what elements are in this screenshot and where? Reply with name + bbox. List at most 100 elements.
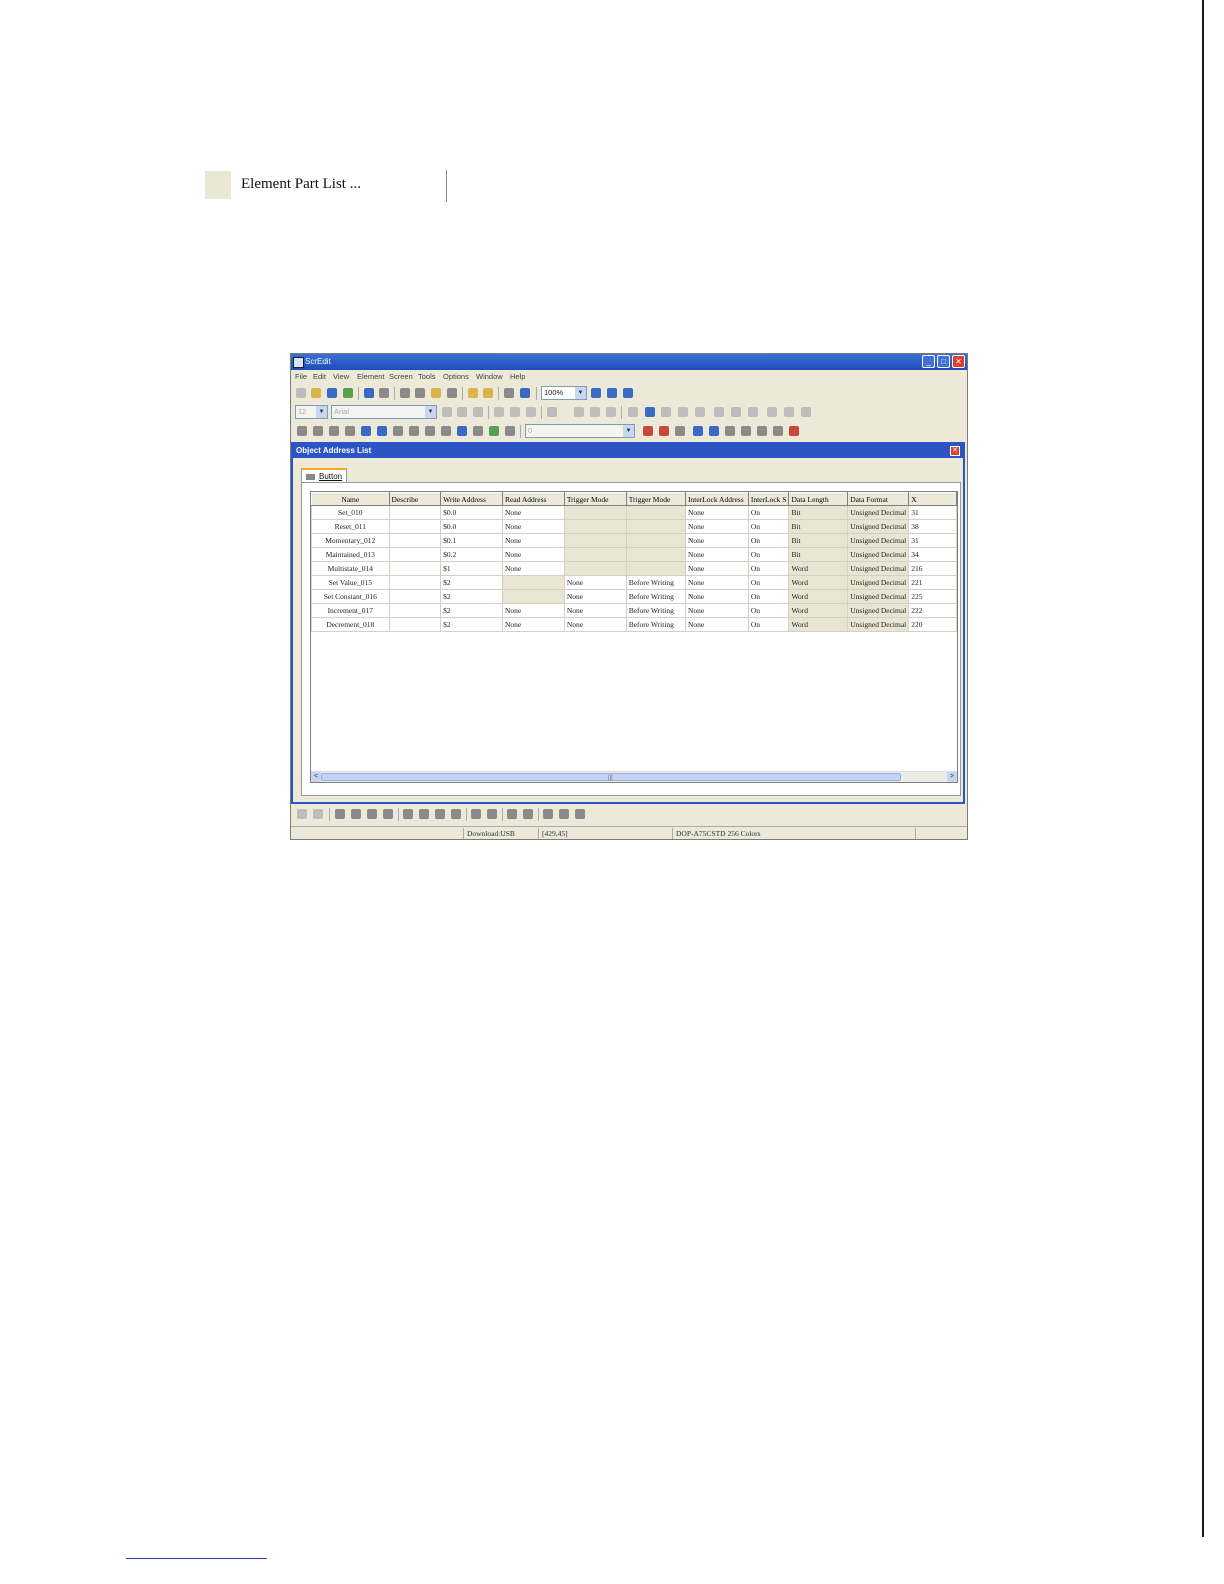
save-as-icon[interactable] bbox=[343, 388, 353, 398]
pen-icon[interactable] bbox=[628, 407, 638, 417]
align-lefts-icon[interactable] bbox=[403, 809, 413, 819]
grid-align-icon[interactable] bbox=[661, 407, 671, 417]
menu-edit[interactable]: Edit bbox=[313, 372, 326, 381]
table-cell[interactable]: $2 bbox=[440, 603, 503, 618]
pipe-element-icon[interactable] bbox=[345, 426, 355, 436]
table-cell[interactable]: None bbox=[685, 533, 749, 548]
chart-element-icon[interactable] bbox=[425, 426, 435, 436]
help-icon[interactable] bbox=[520, 388, 530, 398]
screen-icon[interactable] bbox=[468, 388, 478, 398]
bold-icon[interactable] bbox=[574, 407, 584, 417]
table-cell[interactable] bbox=[502, 589, 565, 604]
menu-screen[interactable]: Screen bbox=[389, 372, 413, 381]
circle-element-icon[interactable] bbox=[377, 426, 387, 436]
table-cell[interactable]: $1 bbox=[440, 561, 503, 576]
horizontal-scrollbar[interactable]: < ||| > bbox=[311, 771, 957, 782]
table-cell[interactable]: None bbox=[563, 617, 627, 632]
center-horizontal-icon[interactable] bbox=[471, 809, 481, 819]
space-vertical-icon[interactable] bbox=[523, 809, 533, 819]
input-element-icon[interactable] bbox=[473, 426, 483, 436]
table-cell[interactable]: 220 bbox=[908, 617, 957, 632]
table-cell[interactable]: None bbox=[563, 589, 627, 604]
cut-icon[interactable] bbox=[400, 388, 410, 398]
keypad-element-icon[interactable] bbox=[505, 426, 515, 436]
table-cell[interactable]: Increment_017 bbox=[311, 603, 390, 618]
column-header[interactable]: Data Length bbox=[788, 492, 849, 506]
table-cell[interactable]: None bbox=[685, 547, 749, 562]
new-screen-icon[interactable] bbox=[483, 388, 493, 398]
table-cell[interactable]: Before Writing bbox=[625, 603, 687, 618]
column-header[interactable]: Trigger Mode bbox=[625, 492, 687, 506]
underline-icon[interactable] bbox=[606, 407, 616, 417]
table-cell[interactable]: 225 bbox=[908, 589, 957, 604]
table-cell[interactable]: None bbox=[502, 547, 565, 562]
table-cell[interactable]: Unsigned Decimal bbox=[847, 519, 910, 534]
table-cell[interactable]: $0.0 bbox=[440, 519, 503, 534]
table-cell[interactable]: Before Writing bbox=[625, 617, 687, 632]
picture-element-icon[interactable] bbox=[393, 426, 403, 436]
table-cell[interactable] bbox=[502, 575, 565, 590]
table-cell[interactable]: None bbox=[685, 603, 749, 618]
tab-button[interactable]: Button bbox=[301, 468, 347, 483]
table-cell[interactable]: Unsigned Decimal bbox=[847, 603, 910, 618]
table-cell[interactable]: None bbox=[502, 533, 565, 548]
zoom-fit-icon[interactable] bbox=[623, 388, 633, 398]
align-tops-icon[interactable] bbox=[435, 809, 445, 819]
bring-forward-icon[interactable] bbox=[367, 809, 377, 819]
display-element-icon[interactable] bbox=[457, 426, 467, 436]
same-size-icon[interactable] bbox=[575, 809, 585, 819]
select-tool-icon[interactable] bbox=[645, 407, 655, 417]
table-cell[interactable]: On bbox=[747, 505, 790, 520]
menu-options[interactable]: Options bbox=[443, 372, 469, 381]
menu-tools[interactable]: Tools bbox=[418, 372, 436, 381]
table-cell[interactable] bbox=[388, 617, 442, 632]
table-cell[interactable] bbox=[388, 561, 442, 576]
table-cell[interactable] bbox=[625, 561, 687, 576]
table-cell[interactable]: None bbox=[502, 519, 565, 534]
align-rights-icon[interactable] bbox=[419, 809, 429, 819]
table-cell[interactable]: Set Value_015 bbox=[311, 575, 390, 590]
table-cell[interactable]: Maintained_013 bbox=[311, 547, 390, 562]
table-cell[interactable]: None bbox=[685, 589, 749, 604]
table-cell[interactable]: None bbox=[685, 617, 749, 632]
table-cell[interactable]: $2 bbox=[440, 589, 503, 604]
table-cell[interactable]: $2 bbox=[440, 617, 503, 632]
draw-element-icon[interactable] bbox=[489, 426, 499, 436]
meter-element-icon[interactable] bbox=[313, 426, 323, 436]
column-header[interactable]: InterLock S bbox=[747, 492, 790, 506]
align-middle-icon[interactable] bbox=[510, 407, 520, 417]
align-top-icon[interactable] bbox=[494, 407, 504, 417]
layer-front-icon[interactable] bbox=[767, 407, 777, 417]
table-cell[interactable]: None bbox=[685, 575, 749, 590]
table-cell[interactable]: Reset_011 bbox=[311, 519, 390, 534]
table-cell[interactable]: On bbox=[747, 589, 790, 604]
table-cell[interactable] bbox=[563, 505, 627, 520]
table-cell[interactable]: Word bbox=[788, 589, 849, 604]
table-cell[interactable] bbox=[625, 547, 687, 562]
upload-icon[interactable] bbox=[693, 426, 703, 436]
table-cell[interactable]: 221 bbox=[908, 575, 957, 590]
table-cell[interactable]: On bbox=[747, 533, 790, 548]
transfer-icon[interactable] bbox=[709, 426, 719, 436]
paste-icon[interactable] bbox=[431, 388, 441, 398]
bar-element-icon[interactable] bbox=[329, 426, 339, 436]
column-header[interactable]: Write Address bbox=[440, 492, 503, 506]
send-back-icon[interactable] bbox=[351, 809, 361, 819]
align-left-icon[interactable] bbox=[442, 407, 452, 417]
table-cell[interactable] bbox=[563, 561, 627, 576]
table-cell[interactable]: None bbox=[685, 561, 749, 576]
table-row[interactable]: Momentary_012 $0.1 None None On Bit Unsigned D… bbox=[311, 533, 957, 548]
lamp-element-icon[interactable] bbox=[361, 426, 371, 436]
font-color-icon[interactable] bbox=[547, 407, 557, 417]
table-cell[interactable]: 31 bbox=[908, 533, 957, 548]
table-cell[interactable]: None bbox=[502, 603, 565, 618]
save-icon[interactable] bbox=[327, 388, 337, 398]
copy-icon[interactable] bbox=[415, 388, 425, 398]
scroll-right-icon[interactable]: > bbox=[947, 772, 957, 782]
table-cell[interactable]: Unsigned Decimal bbox=[847, 617, 910, 632]
align-center-icon[interactable] bbox=[457, 407, 467, 417]
table-row[interactable]: Reset_011 $0.0 None None On Bit Unsigned Decim… bbox=[311, 519, 957, 534]
print-icon[interactable] bbox=[504, 388, 514, 398]
download-icon[interactable] bbox=[675, 426, 685, 436]
table-cell[interactable]: Word bbox=[788, 561, 849, 576]
